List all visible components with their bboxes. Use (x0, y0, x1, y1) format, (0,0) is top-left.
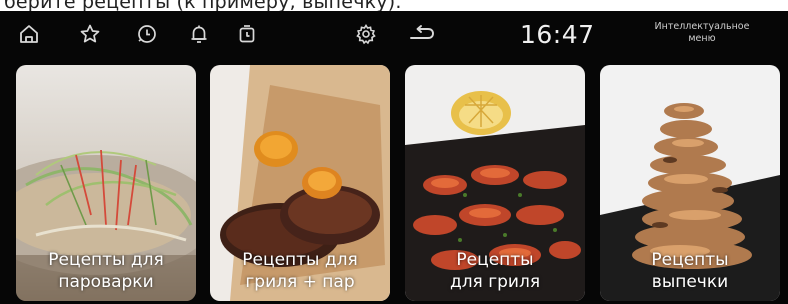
oven-touchscreen: 16:47 Интеллектуальное меню Рецепты для … (0, 11, 788, 304)
card-label-steamer: Рецепты для пароварки (48, 250, 164, 292)
favorite-star-icon[interactable] (79, 23, 101, 45)
recipe-card-baking[interactable]: Рецепты выпечки (600, 65, 780, 301)
home-icon[interactable] (18, 23, 40, 45)
caption-text: берите рецепты (к примеру, выпечку). (4, 0, 402, 13)
smart-menu-button[interactable]: Интеллектуальное меню (624, 21, 780, 51)
recipe-card-grill[interactable]: Рецепты для гриля (405, 65, 585, 301)
top-bar: 16:47 Интеллектуальное меню (0, 11, 788, 59)
bell-icon[interactable] (188, 23, 210, 45)
card-label-baking: Рецепты выпечки (651, 250, 729, 292)
card-label-grill: Рецепты для гриля (449, 250, 541, 292)
timer-icon[interactable] (236, 23, 258, 45)
back-arrow-icon[interactable] (408, 23, 436, 45)
recipe-card-grill-steam[interactable]: Рецепты для гриля + пар (210, 65, 390, 301)
recipe-card-steamer[interactable]: Рецепты для пароварки (16, 65, 196, 301)
clock-history-icon[interactable] (136, 23, 158, 45)
card-label-grill-steam: Рецепты для гриля + пар (242, 250, 358, 292)
settings-gear-icon[interactable] (355, 23, 377, 45)
clock-time: 16:47 (520, 20, 595, 49)
